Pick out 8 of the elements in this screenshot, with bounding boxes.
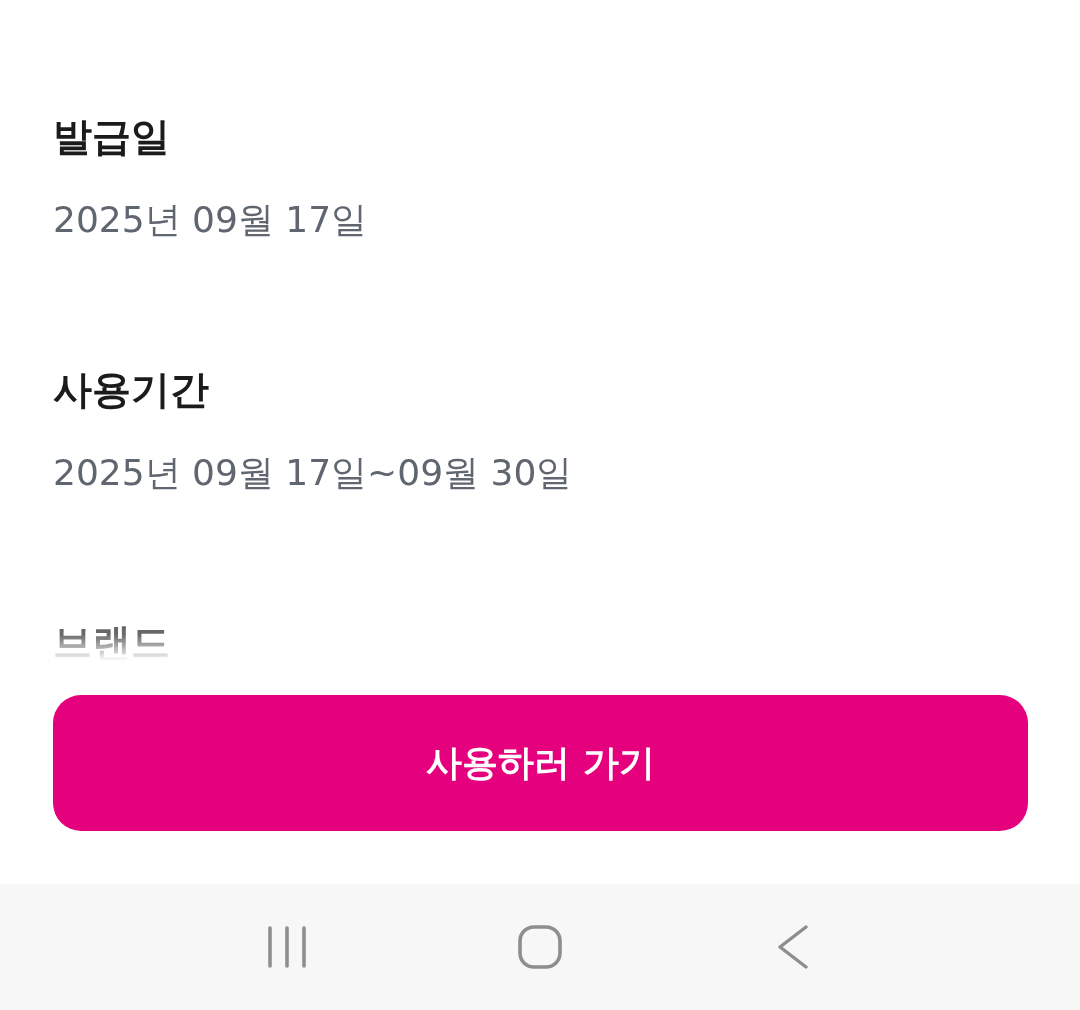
back-icon[interactable] (778, 925, 809, 969)
field-value: 2025년 09월 17일 (53, 198, 368, 242)
home-icon[interactable] (518, 925, 562, 969)
field-value: 2025년 09월 17일~09월 30일 (53, 451, 573, 495)
field-label: 사용기간 (53, 366, 209, 414)
use-button[interactable]: 사용하러 가기 (53, 695, 1028, 831)
field-label: 발급일 (53, 113, 170, 161)
recent-apps-icon[interactable] (266, 926, 307, 968)
